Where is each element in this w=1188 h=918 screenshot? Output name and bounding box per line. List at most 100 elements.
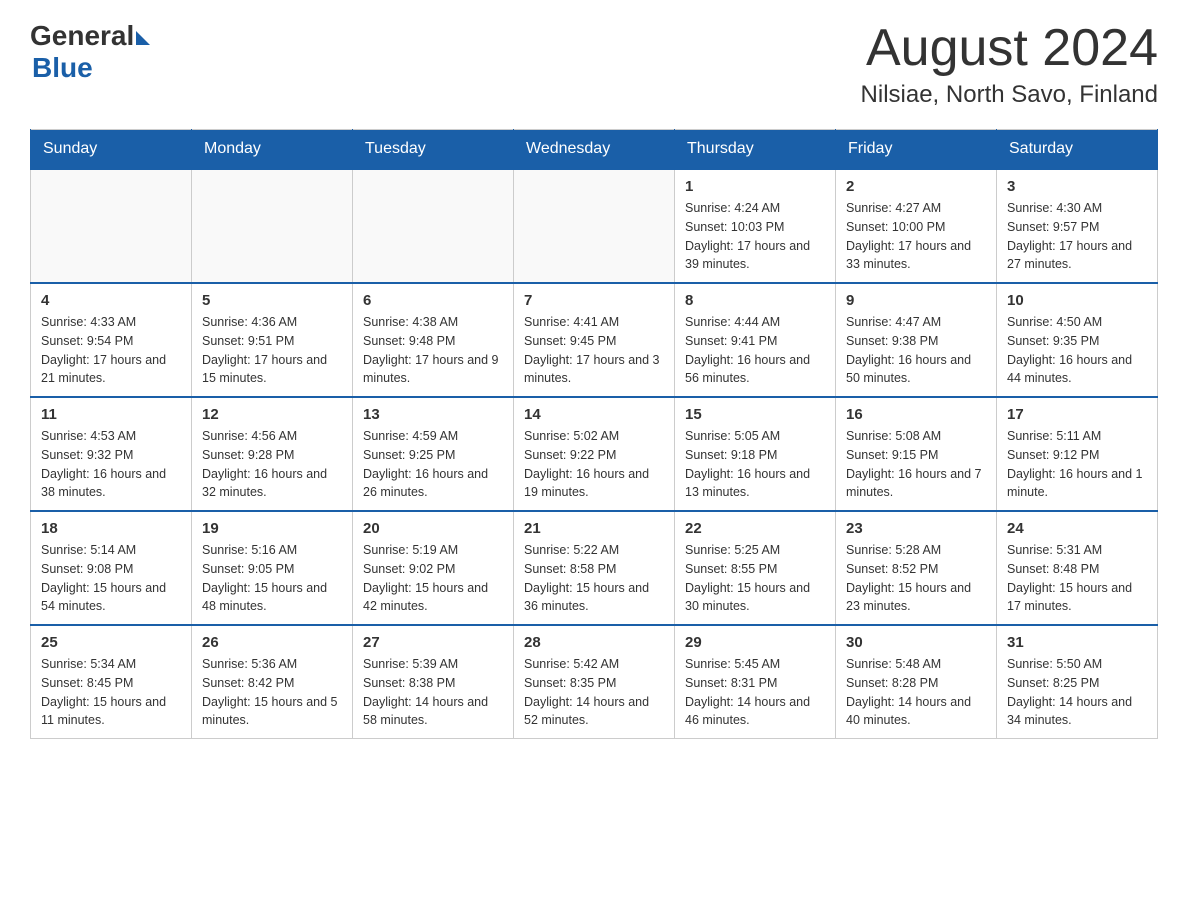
calendar-cell: 22Sunrise: 5:25 AM Sunset: 8:55 PM Dayli… bbox=[675, 511, 836, 625]
day-info: Sunrise: 5:45 AM Sunset: 8:31 PM Dayligh… bbox=[685, 655, 825, 730]
day-number: 16 bbox=[846, 406, 986, 423]
calendar-cell: 11Sunrise: 4:53 AM Sunset: 9:32 PM Dayli… bbox=[31, 397, 192, 511]
day-number: 5 bbox=[202, 292, 342, 309]
day-info: Sunrise: 4:56 AM Sunset: 9:28 PM Dayligh… bbox=[202, 427, 342, 502]
day-info: Sunrise: 5:36 AM Sunset: 8:42 PM Dayligh… bbox=[202, 655, 342, 730]
day-info: Sunrise: 5:14 AM Sunset: 9:08 PM Dayligh… bbox=[41, 541, 181, 616]
calendar-cell: 29 Sunrise: 5:45 AM Sunset: 8:31 PM Dayli… bbox=[675, 625, 836, 739]
day-info: Sunrise: 5:16 AM Sunset: 9:05 PM Dayligh… bbox=[202, 541, 342, 616]
calendar-week-row: 25 Sunrise: 5:34 AM Sunset: 8:45 PM Dayli… bbox=[31, 625, 1158, 739]
calendar-header-row: SundayMondayTuesdayWednesdayThursdayFrid… bbox=[31, 130, 1158, 170]
day-number: 6 bbox=[363, 292, 503, 309]
day-of-week-header: Saturday bbox=[997, 130, 1158, 170]
calendar-week-row: 11Sunrise: 4:53 AM Sunset: 9:32 PM Dayli… bbox=[31, 397, 1158, 511]
day-number: 19 bbox=[202, 520, 342, 537]
day-number: 23 bbox=[846, 520, 986, 537]
calendar-cell: 30Sunrise: 5:48 AM Sunset: 8:28 PM Dayli… bbox=[836, 625, 997, 739]
day-number: 20 bbox=[363, 520, 503, 537]
day-number: 13 bbox=[363, 406, 503, 423]
day-info: Sunrise: 4:50 AM Sunset: 9:35 PM Dayligh… bbox=[1007, 313, 1147, 388]
calendar-cell: 8 Sunrise: 4:44 AM Sunset: 9:41 PM Daylig… bbox=[675, 283, 836, 397]
day-info: Sunrise: 5:02 AM Sunset: 9:22 PM Dayligh… bbox=[524, 427, 664, 502]
calendar-cell: 18 Sunrise: 5:14 AM Sunset: 9:08 PM Dayli… bbox=[31, 511, 192, 625]
day-number: 26 bbox=[202, 634, 342, 651]
day-number: 3 bbox=[1007, 178, 1147, 195]
calendar-table: SundayMondayTuesdayWednesdayThursdayFrid… bbox=[30, 129, 1158, 739]
calendar-cell: 20 Sunrise: 5:19 AM Sunset: 9:02 PM Dayli… bbox=[353, 511, 514, 625]
calendar-cell: 2Sunrise: 4:27 AM Sunset: 10:00 PM Dayli… bbox=[836, 169, 997, 283]
calendar-cell: 12Sunrise: 4:56 AM Sunset: 9:28 PM Dayli… bbox=[192, 397, 353, 511]
calendar-cell: 1 Sunrise: 4:24 AM Sunset: 10:03 PM Dayli… bbox=[675, 169, 836, 283]
calendar-cell: 10 Sunrise: 4:50 AM Sunset: 9:35 PM Dayli… bbox=[997, 283, 1158, 397]
day-info: Sunrise: 4:24 AM Sunset: 10:03 PM Daylig… bbox=[685, 199, 825, 274]
logo-blue: Blue bbox=[32, 52, 150, 84]
day-number: 18 bbox=[41, 520, 181, 537]
day-info: Sunrise: 4:44 AM Sunset: 9:41 PM Dayligh… bbox=[685, 313, 825, 388]
calendar-cell bbox=[31, 169, 192, 283]
day-number: 31 bbox=[1007, 634, 1147, 651]
day-info: Sunrise: 5:31 AM Sunset: 8:48 PM Dayligh… bbox=[1007, 541, 1147, 616]
day-number: 1 bbox=[685, 178, 825, 195]
calendar-cell: 7 Sunrise: 4:41 AM Sunset: 9:45 PM Daylig… bbox=[514, 283, 675, 397]
day-number: 17 bbox=[1007, 406, 1147, 423]
calendar-title: August 2024 bbox=[861, 20, 1158, 77]
day-info: Sunrise: 5:34 AM Sunset: 8:45 PM Dayligh… bbox=[41, 655, 181, 730]
day-info: Sunrise: 4:41 AM Sunset: 9:45 PM Dayligh… bbox=[524, 313, 664, 388]
calendar-cell: 16Sunrise: 5:08 AM Sunset: 9:15 PM Dayli… bbox=[836, 397, 997, 511]
calendar-cell: 23Sunrise: 5:28 AM Sunset: 8:52 PM Dayli… bbox=[836, 511, 997, 625]
day-info: Sunrise: 4:59 AM Sunset: 9:25 PM Dayligh… bbox=[363, 427, 503, 502]
day-number: 2 bbox=[846, 178, 986, 195]
day-of-week-header: Wednesday bbox=[514, 130, 675, 170]
calendar-cell: 9Sunrise: 4:47 AM Sunset: 9:38 PM Daylig… bbox=[836, 283, 997, 397]
day-number: 24 bbox=[1007, 520, 1147, 537]
day-number: 25 bbox=[41, 634, 181, 651]
calendar-week-row: 4 Sunrise: 4:33 AM Sunset: 9:54 PM Daylig… bbox=[31, 283, 1158, 397]
calendar-cell: 3 Sunrise: 4:30 AM Sunset: 9:57 PM Daylig… bbox=[997, 169, 1158, 283]
logo-triangle-icon bbox=[136, 31, 150, 45]
calendar-cell: 15Sunrise: 5:05 AM Sunset: 9:18 PM Dayli… bbox=[675, 397, 836, 511]
day-of-week-header: Sunday bbox=[31, 130, 192, 170]
calendar-cell: 25 Sunrise: 5:34 AM Sunset: 8:45 PM Dayli… bbox=[31, 625, 192, 739]
day-info: Sunrise: 5:22 AM Sunset: 8:58 PM Dayligh… bbox=[524, 541, 664, 616]
calendar-cell: 5 Sunrise: 4:36 AM Sunset: 9:51 PM Daylig… bbox=[192, 283, 353, 397]
logo: General Blue bbox=[30, 20, 150, 84]
calendar-subtitle: Nilsiae, North Savo, Finland bbox=[861, 81, 1158, 109]
day-number: 15 bbox=[685, 406, 825, 423]
calendar-cell: 13 Sunrise: 4:59 AM Sunset: 9:25 PM Dayli… bbox=[353, 397, 514, 511]
calendar-cell: 17 Sunrise: 5:11 AM Sunset: 9:12 PM Dayli… bbox=[997, 397, 1158, 511]
day-number: 7 bbox=[524, 292, 664, 309]
calendar-cell: 24 Sunrise: 5:31 AM Sunset: 8:48 PM Dayli… bbox=[997, 511, 1158, 625]
calendar-cell: 14 Sunrise: 5:02 AM Sunset: 9:22 PM Dayli… bbox=[514, 397, 675, 511]
day-number: 14 bbox=[524, 406, 664, 423]
day-info: Sunrise: 4:38 AM Sunset: 9:48 PM Dayligh… bbox=[363, 313, 503, 388]
calendar-week-row: 18 Sunrise: 5:14 AM Sunset: 9:08 PM Dayli… bbox=[31, 511, 1158, 625]
day-info: Sunrise: 4:33 AM Sunset: 9:54 PM Dayligh… bbox=[41, 313, 181, 388]
logo-general: General bbox=[30, 20, 134, 52]
day-number: 9 bbox=[846, 292, 986, 309]
day-info: Sunrise: 5:19 AM Sunset: 9:02 PM Dayligh… bbox=[363, 541, 503, 616]
calendar-cell bbox=[192, 169, 353, 283]
day-number: 8 bbox=[685, 292, 825, 309]
day-of-week-header: Thursday bbox=[675, 130, 836, 170]
day-number: 29 bbox=[685, 634, 825, 651]
day-info: Sunrise: 4:30 AM Sunset: 9:57 PM Dayligh… bbox=[1007, 199, 1147, 274]
calendar-cell bbox=[514, 169, 675, 283]
day-number: 10 bbox=[1007, 292, 1147, 309]
day-number: 21 bbox=[524, 520, 664, 537]
day-number: 27 bbox=[363, 634, 503, 651]
day-number: 4 bbox=[41, 292, 181, 309]
calendar-cell: 26 Sunrise: 5:36 AM Sunset: 8:42 PM Dayli… bbox=[192, 625, 353, 739]
day-info: Sunrise: 5:39 AM Sunset: 8:38 PM Dayligh… bbox=[363, 655, 503, 730]
calendar-cell: 28Sunrise: 5:42 AM Sunset: 8:35 PM Dayli… bbox=[514, 625, 675, 739]
calendar-cell: 21 Sunrise: 5:22 AM Sunset: 8:58 PM Dayli… bbox=[514, 511, 675, 625]
calendar-cell: 4 Sunrise: 4:33 AM Sunset: 9:54 PM Daylig… bbox=[31, 283, 192, 397]
day-info: Sunrise: 5:48 AM Sunset: 8:28 PM Dayligh… bbox=[846, 655, 986, 730]
calendar-cell: 27 Sunrise: 5:39 AM Sunset: 8:38 PM Dayli… bbox=[353, 625, 514, 739]
day-info: Sunrise: 4:36 AM Sunset: 9:51 PM Dayligh… bbox=[202, 313, 342, 388]
day-number: 11 bbox=[41, 406, 181, 423]
day-info: Sunrise: 5:11 AM Sunset: 9:12 PM Dayligh… bbox=[1007, 427, 1147, 502]
day-number: 22 bbox=[685, 520, 825, 537]
day-of-week-header: Friday bbox=[836, 130, 997, 170]
page-header: General Blue August 2024 Nilsiae, North … bbox=[30, 20, 1158, 109]
day-of-week-header: Monday bbox=[192, 130, 353, 170]
